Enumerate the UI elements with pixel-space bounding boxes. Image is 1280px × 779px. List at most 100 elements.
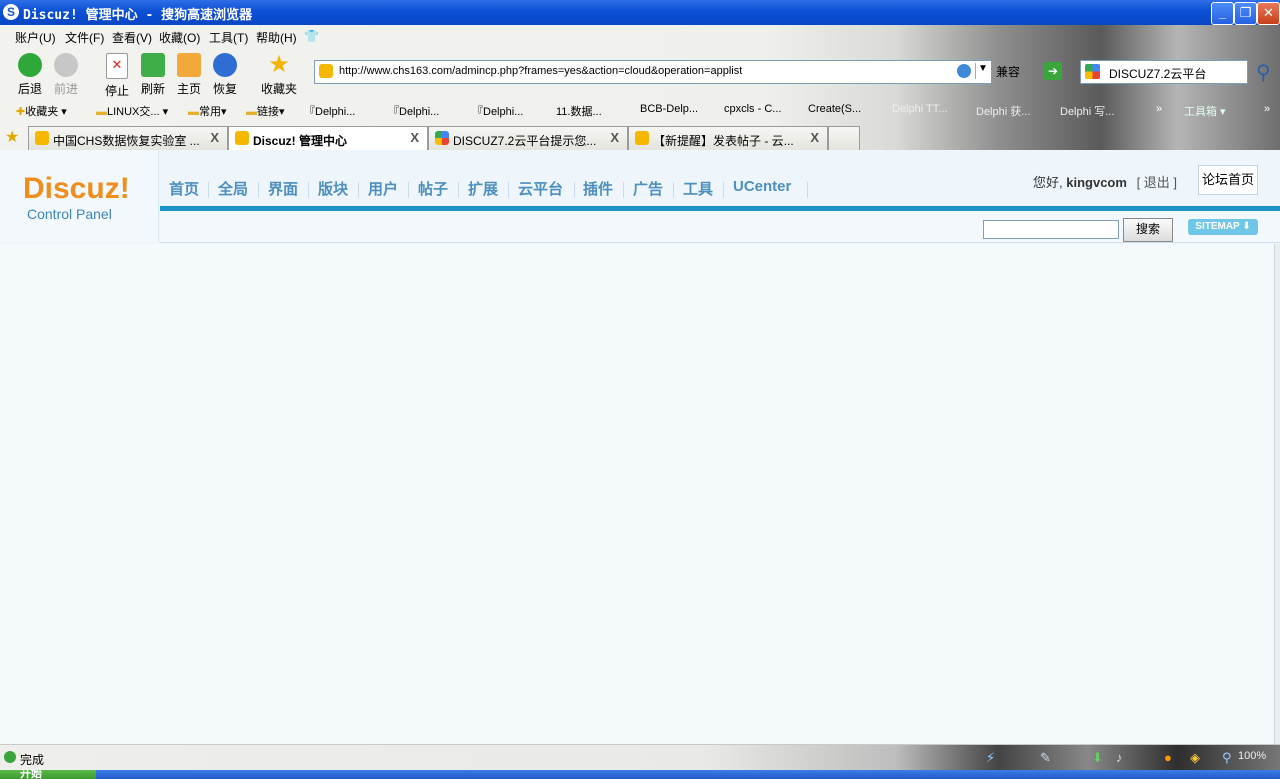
window-title: Discuz! 管理中心 - 搜狗高速浏览器 [23, 8, 253, 23]
skin-shirt-icon[interactable]: 👕 [304, 29, 319, 43]
more-favorites-icon[interactable]: » [1156, 103, 1162, 115]
new-tab-button[interactable] [828, 126, 860, 151]
stop-icon: ✕ [106, 53, 128, 79]
go-arrow-icon[interactable]: ➔ [1044, 62, 1062, 80]
nav-extend[interactable]: 扩展 [468, 178, 498, 199]
nav-divider [208, 182, 209, 198]
favorites-button[interactable]: ★ 收藏夹 [259, 50, 299, 97]
logout-link[interactable]: [ 退出 ] [1137, 175, 1177, 190]
nav-home[interactable]: 首页 [169, 178, 199, 199]
fav-item-delphi-3[interactable]: 『Delphi... [472, 103, 523, 119]
nav-plugins[interactable]: 插件 [583, 178, 613, 199]
pen-icon[interactable]: ✎ [1040, 750, 1051, 766]
discuz-logo[interactable]: Discuz! Control Panel [0, 150, 159, 242]
menu-help[interactable]: 帮助(H) [256, 29, 297, 46]
fav-label: 11.数据... [556, 106, 602, 118]
tab-close-icon[interactable]: X [210, 130, 219, 145]
fav-item-data[interactable]: 11.数据... [556, 103, 602, 119]
close-window-button[interactable]: ✕ [1257, 2, 1280, 25]
maximize-button[interactable]: ❐ [1234, 2, 1257, 25]
shield-icon[interactable]: ◈ [1190, 750, 1200, 766]
undo-icon [213, 53, 237, 77]
zoom-icon[interactable]: ⚲ [1222, 750, 1232, 766]
sitemap-button[interactable]: SITEMAP ⬇ [1188, 219, 1258, 235]
search-magnifier-icon[interactable]: ⚲ [1256, 60, 1271, 85]
download-icon[interactable]: ⬇ [1092, 750, 1103, 766]
fav-item-links[interactable]: ▬链接▾ [246, 103, 285, 119]
fav-label: 『Delphi... [388, 106, 440, 118]
back-button[interactable]: 后退 [10, 50, 50, 96]
home-label: 主页 [176, 82, 201, 96]
forward-arrow-icon [54, 53, 78, 77]
address-dropdown-icon[interactable]: ▼ [975, 63, 990, 79]
menu-file[interactable]: 文件(F) [65, 29, 104, 46]
address-bar[interactable]: http://www.chs163.com/admincp.php?frames… [314, 60, 992, 84]
nav-users[interactable]: 用户 [368, 178, 398, 199]
nav-divider [574, 182, 575, 198]
nav-divider [358, 182, 359, 198]
tab-favicon-icon [235, 131, 249, 145]
tab-close-icon[interactable]: X [810, 130, 819, 145]
toolbox-button[interactable]: 工具箱 ▾ [1184, 103, 1226, 119]
fav-item-create[interactable]: Create(S... [808, 103, 861, 115]
tab-title: Discuz! 管理中心 [253, 134, 348, 148]
zoom-level[interactable]: 100% [1238, 750, 1266, 762]
tab-new-reminder[interactable]: 【新提醒】发表帖子 - 云... X [628, 126, 828, 151]
start-button[interactable]: 开始 [0, 770, 96, 779]
site-favicon-icon [319, 64, 333, 78]
address-url: http://www.chs163.com/admincp.php?frames… [339, 65, 743, 77]
plugin-icon[interactable]: ● [1164, 750, 1172, 765]
tab-close-icon[interactable]: X [410, 130, 419, 145]
admin-search-input[interactable] [983, 220, 1119, 239]
search-engine-icon[interactable] [1085, 64, 1100, 79]
nav-divider [458, 182, 459, 198]
fav-item-delphi-1[interactable]: 『Delphi... [304, 103, 355, 119]
tab-chs[interactable]: 中国CHS数据恢复实验室 ... X [28, 126, 228, 151]
nav-ucenter[interactable]: UCenter [733, 178, 791, 195]
fav-item-delphi-2[interactable]: 『Delphi... [388, 103, 439, 119]
tab-discuz-cloud[interactable]: DISCUZ7.2云平台提示您... X [428, 126, 628, 151]
fav-item-bcb[interactable]: BCB-Delp... [640, 103, 698, 115]
tab-discuz-admin[interactable]: Discuz! 管理中心 X [228, 126, 428, 151]
menu-tools[interactable]: 工具(T) [209, 29, 248, 46]
done-check-icon [4, 751, 16, 763]
fav-item-cpxcls[interactable]: cpxcls - C... [724, 103, 781, 115]
nav-interface[interactable]: 界面 [268, 178, 298, 199]
menu-favorites[interactable]: 收藏(O) [159, 29, 200, 46]
fav-item-delphi-write[interactable]: Delphi 写... [1060, 103, 1114, 119]
forum-home-button[interactable]: 论坛首页 [1198, 165, 1258, 195]
fav-item-favorites[interactable]: ✚收藏夹 ▾ [16, 103, 67, 119]
compat-mode-button[interactable]: 兼容 [996, 63, 1020, 80]
refresh-button[interactable]: 刷新 [133, 50, 173, 96]
stop-button[interactable]: ✕ 停止 [97, 50, 137, 98]
fav-item-delphi-tt[interactable]: Delphi TT... [892, 103, 947, 115]
fav-item-delphi-get[interactable]: Delphi 获... [976, 103, 1030, 119]
menu-account[interactable]: 账户(U) [15, 29, 56, 46]
nav-cloud[interactable]: 云平台 [518, 178, 563, 199]
nav-tools[interactable]: 工具 [683, 178, 713, 199]
nav-global[interactable]: 全局 [218, 178, 248, 199]
minimize-button[interactable]: _ [1211, 2, 1234, 25]
favorites-star-icon[interactable]: ★ [5, 127, 19, 147]
folder-icon: ▬ [96, 106, 107, 118]
fav-item-linux[interactable]: ▬LINUX交... ▾ [96, 103, 168, 119]
restore-button[interactable]: 恢复 [205, 50, 245, 96]
compat-label: 兼容 [996, 65, 1021, 79]
nav-threads[interactable]: 帖子 [418, 178, 448, 199]
security-shield-icon[interactable] [957, 64, 971, 78]
speed-icon[interactable]: ⚡ [986, 750, 995, 766]
refresh-icon [141, 53, 165, 77]
restore-label: 恢复 [212, 82, 237, 96]
more-toolbar-icon[interactable]: » [1264, 103, 1270, 115]
admin-search-button[interactable]: 搜索 [1123, 218, 1173, 242]
volume-icon[interactable]: ♪ [1116, 750, 1123, 765]
scrollbar[interactable] [1274, 244, 1280, 744]
tab-close-icon[interactable]: X [610, 130, 619, 145]
fav-item-common[interactable]: ▬常用▾ [188, 103, 227, 119]
home-button[interactable]: 主页 [169, 50, 209, 96]
menu-view[interactable]: 查看(V) [112, 29, 152, 46]
nav-ads[interactable]: 广告 [633, 178, 663, 199]
nav-forums[interactable]: 版块 [318, 178, 348, 199]
forward-button[interactable]: 前进 [46, 50, 86, 96]
browser-search-box[interactable]: DISCUZ7.2云平台 [1080, 60, 1248, 84]
